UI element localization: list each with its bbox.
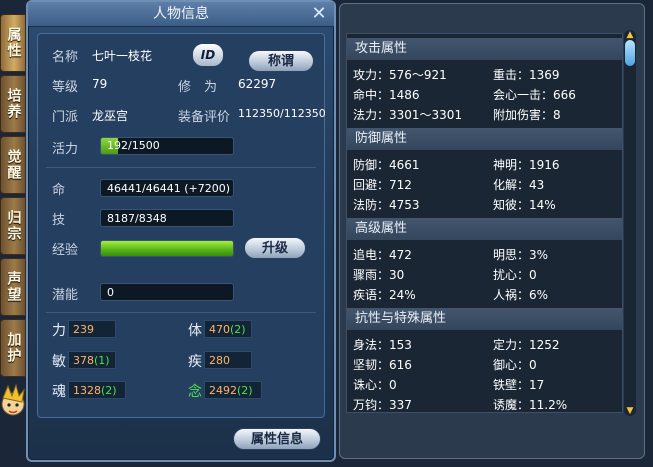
stat-item: 追电：472: [353, 248, 412, 262]
stats-panel: 攻击属性 攻力：576～921 重击：1369 命中：1486 会心一击：666…: [339, 3, 645, 459]
attr-spd-value: 280: [209, 354, 230, 367]
attr-value-str: 239: [68, 320, 116, 338]
attr-label-con: 体: [188, 323, 202, 339]
attr-mind-bonus: (2): [237, 384, 253, 397]
scroll-thumb[interactable]: [625, 40, 635, 66]
stat-item: 御心：0: [493, 358, 537, 372]
exp-fill: [101, 241, 233, 256]
attr-agi-bonus: (1): [94, 354, 110, 367]
tab-protection[interactable]: 加护: [0, 319, 26, 377]
name-label: 名称: [52, 50, 79, 65]
stat-item: 化解：43: [493, 178, 545, 192]
character-info-window: 人物信息 ✕ 名称 七叶一枝花 ID 称谓 等级 79 修 为 62297 门派…: [26, 0, 336, 462]
attr-mind-value: 2492: [209, 384, 237, 397]
stat-item: 疾语：24%: [353, 288, 416, 302]
gear-score-value: 112350/112350: [238, 107, 326, 120]
section-advanced-header: 高级属性: [347, 218, 622, 240]
attr-label-agi: 敏: [52, 354, 66, 370]
scrollbar[interactable]: ▲ ▼: [624, 30, 636, 416]
attr-str-value: 239: [73, 323, 94, 336]
hp-label: 命: [52, 183, 66, 198]
close-icon[interactable]: ✕: [310, 5, 328, 23]
skill-label: 技: [52, 213, 66, 228]
attr-con-bonus: (2): [230, 323, 246, 336]
attr-value-con: 470(2): [204, 320, 252, 338]
vitality-value: 192/1500: [107, 139, 160, 152]
attr-soul-value: 1328: [73, 384, 101, 397]
stat-item: 坚韧：616: [353, 358, 412, 372]
tab-return-sect[interactable]: 归宗: [0, 197, 26, 255]
section-attack-header: 攻击属性: [347, 38, 622, 60]
window-title: 人物信息: [28, 2, 334, 27]
hp-value: 46441/46441 (+7200): [100, 179, 234, 197]
stat-item: 回避：712: [353, 178, 412, 192]
level-value: 79: [92, 77, 108, 91]
sect-label: 门派: [52, 110, 79, 125]
exp-bar: [100, 240, 234, 257]
stat-item: 攻力：576～921: [353, 68, 447, 82]
stat-item: 人祸：6%: [493, 288, 549, 302]
stat-item: 附加伤害：8: [493, 108, 561, 122]
stat-item: 诛心：0: [353, 378, 397, 392]
attr-agi-value: 378: [73, 354, 94, 367]
skill-value: 8187/8348: [100, 209, 234, 227]
mascot-icon: [1, 383, 25, 416]
attr-value-soul: 1328(2): [68, 381, 126, 399]
stat-item: 命中：1486: [353, 88, 420, 102]
attr-soul-bonus: (2): [101, 384, 117, 397]
id-button[interactable]: ID: [192, 43, 224, 67]
scroll-up-icon[interactable]: ▲: [625, 30, 635, 40]
stat-item: 法防：4753: [353, 198, 420, 212]
stat-item: 骤雨：30: [353, 268, 405, 282]
stat-item: 定力：1252: [493, 338, 560, 352]
upgrade-button[interactable]: 升级: [244, 237, 306, 259]
attr-label-soul: 魂: [52, 384, 66, 400]
side-tab-bar: 属性 培养 觉醒 归宗 声望 加护: [0, 14, 26, 380]
stat-item: 扰心：0: [493, 268, 537, 282]
gear-score-label: 装备评价: [178, 110, 231, 125]
scroll-down-icon[interactable]: ▼: [625, 406, 635, 416]
stat-item: 万钧：337: [353, 398, 412, 412]
vitality-bar: 192/1500: [100, 137, 234, 155]
title-button[interactable]: 称谓: [248, 50, 314, 72]
attr-label-mind: 念: [188, 384, 202, 400]
divider: [46, 312, 316, 313]
stat-item: 诱魔：11.2%: [493, 398, 568, 412]
divider: [46, 167, 316, 168]
stat-item: 铁壁：17: [493, 378, 545, 392]
stat-item: 明思：3%: [493, 248, 549, 262]
section-defense-header: 防御属性: [347, 128, 622, 150]
stat-item: 法力：3301～3301: [353, 108, 463, 122]
vitality-label: 活力: [52, 142, 79, 157]
attr-value-mind: 2492(2): [204, 381, 262, 399]
cultivation-label: 修 为: [178, 80, 218, 95]
stat-item: 会心一击：666: [493, 88, 576, 102]
attr-label-spd: 疾: [188, 354, 202, 370]
tab-attributes[interactable]: 属性: [0, 14, 26, 72]
attr-value-agi: 378(1): [68, 351, 116, 369]
tab-training[interactable]: 培养: [0, 75, 26, 133]
stat-item: 身法：153: [353, 338, 412, 352]
exp-label: 经验: [52, 243, 79, 258]
stat-item: 神明：1916: [493, 158, 560, 172]
attr-value-spd: 280: [204, 351, 252, 369]
potential-value: 0: [100, 283, 234, 301]
stats-list: 攻击属性 攻力：576～921 重击：1369 命中：1486 会心一击：666…: [346, 33, 623, 413]
character-name: 七叶一枝花: [92, 49, 153, 63]
character-panel: 名称 七叶一枝花 ID 称谓 等级 79 修 为 62297 门派 龙巫宫 装备…: [37, 33, 326, 418]
level-label: 等级: [52, 80, 79, 95]
attr-con-value: 470: [209, 323, 230, 336]
tab-awakening[interactable]: 觉醒: [0, 136, 26, 194]
cultivation-value: 62297: [238, 77, 277, 91]
tab-reputation[interactable]: 声望: [0, 258, 26, 316]
section-resist-header: 抗性与特殊属性: [347, 308, 622, 330]
sect-value: 龙巫宫: [92, 109, 129, 123]
attribute-info-button[interactable]: 属性信息: [233, 428, 321, 450]
stat-item: 防御：4661: [353, 158, 420, 172]
stat-item: 重击：1369: [493, 68, 560, 82]
stat-item: 知彼：14%: [493, 198, 556, 212]
potential-label: 潜能: [52, 288, 79, 303]
attr-label-str: 力: [52, 323, 66, 339]
